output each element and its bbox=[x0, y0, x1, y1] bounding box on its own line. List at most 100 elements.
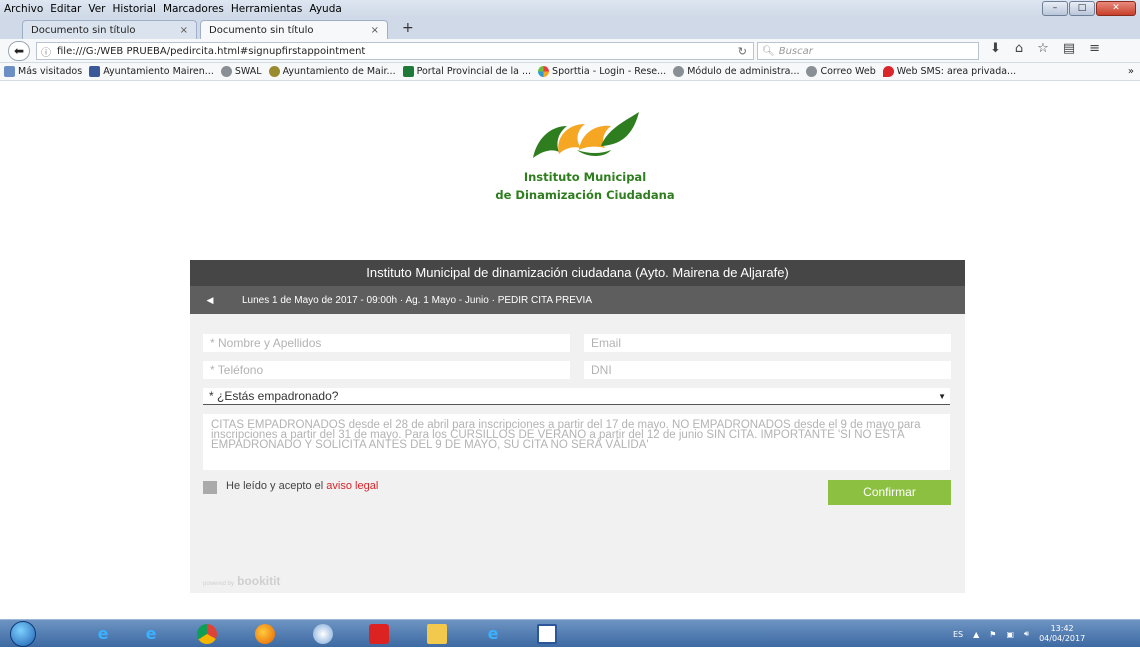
volume-icon[interactable]: 🔊︎ bbox=[1024, 629, 1029, 639]
bookmark-label: Portal Provincial de la ... bbox=[416, 66, 532, 77]
start-button-icon[interactable] bbox=[10, 621, 36, 647]
dropdown-caret-icon: ▼ bbox=[938, 392, 946, 401]
bookmark-item[interactable]: Más visitados bbox=[4, 66, 82, 77]
bookmark-label: Ayuntamiento Mairen... bbox=[103, 66, 214, 77]
chrome-taskbar-icon[interactable] bbox=[184, 622, 230, 646]
app-taskbar-icon[interactable] bbox=[300, 622, 346, 646]
clock[interactable]: 13:42 04/04/2017 bbox=[1039, 624, 1085, 644]
most-visited-icon bbox=[4, 66, 15, 77]
notes-textarea[interactable]: CITAS EMPADRONADOS desde el 28 de abril … bbox=[203, 414, 950, 470]
appointment-breadcrumb: Lunes 1 de Mayo de 2017 - 09:00h · Ag. 1… bbox=[242, 294, 592, 306]
bookmark-item[interactable]: Correo Web bbox=[806, 66, 876, 77]
system-tray: ES ▲ ⚑ ▣ 🔊︎ 13:42 04/04/2017 bbox=[945, 620, 1140, 648]
globe-icon bbox=[806, 66, 818, 77]
widget-breadcrumb-bar: ◀ Lunes 1 de Mayo de 2017 - 09:00h · Ag.… bbox=[190, 286, 965, 314]
toolbar-icons: ⬇ ⌂ ☆ ▤ ≡ bbox=[990, 41, 1100, 56]
menu-marcadores[interactable]: Marcadores bbox=[163, 3, 224, 15]
home-icon[interactable]: ⌂ bbox=[1015, 41, 1023, 56]
back-arrow-icon[interactable]: ◀ bbox=[190, 295, 230, 306]
clock-date: 04/04/2017 bbox=[1039, 634, 1086, 643]
portal-icon bbox=[402, 66, 414, 77]
sporttia-icon bbox=[538, 66, 550, 77]
dni-field[interactable]: DNI bbox=[584, 361, 951, 379]
reload-icon[interactable]: ↻ bbox=[738, 45, 747, 58]
back-arrow-icon[interactable]: ⬅ bbox=[8, 41, 30, 61]
ie-taskbar-icon[interactable]: e bbox=[80, 622, 126, 646]
bookmark-star-icon[interactable]: ☆ bbox=[1037, 41, 1049, 56]
bookitit-logo[interactable]: bookitit bbox=[237, 574, 280, 588]
close-window-button[interactable]: ✕ bbox=[1096, 1, 1136, 16]
bookmark-item[interactable]: Sporttia - Login - Rese... bbox=[538, 66, 666, 77]
tab-bar: Documento sin título × Documento sin tít… bbox=[0, 17, 1140, 39]
maximize-button[interactable]: □ bbox=[1069, 1, 1095, 16]
menu-ver[interactable]: Ver bbox=[88, 3, 105, 15]
flag-icon[interactable]: ⚑ bbox=[989, 630, 996, 639]
new-tab-button[interactable]: + bbox=[402, 20, 414, 36]
bookmark-item[interactable]: Ayuntamiento Mairen... bbox=[89, 66, 214, 77]
bookmarks-toolbar: Más visitados Ayuntamiento Mairen... SWA… bbox=[0, 63, 1140, 81]
globe-icon bbox=[673, 66, 685, 77]
institute-logo: Instituto Municipal de Dinamización Ciud… bbox=[490, 100, 680, 204]
tab-close-icon[interactable]: × bbox=[371, 25, 379, 36]
logo-text-line1: Instituto Municipal bbox=[523, 170, 647, 184]
bookmarks-overflow-icon[interactable]: » bbox=[1128, 66, 1134, 77]
menu-archivo[interactable]: Archivo bbox=[4, 3, 43, 15]
window-controls: – □ ✕ bbox=[1042, 1, 1136, 16]
search-placeholder: Buscar bbox=[778, 45, 813, 57]
facebook-icon bbox=[89, 66, 101, 77]
powered-by: powered by bookitit bbox=[203, 574, 280, 588]
phone-field[interactable]: * Teléfono bbox=[203, 361, 570, 379]
navigation-bar: ⬅ ⓘ file:///G:/WEB PRUEBA/pedircita.html… bbox=[0, 39, 1140, 63]
bookmark-item[interactable]: Módulo de administra... bbox=[673, 66, 799, 77]
bookmark-label: Módulo de administra... bbox=[687, 66, 800, 77]
bookmark-label: SWAL bbox=[234, 66, 262, 77]
acrobat-taskbar-icon[interactable] bbox=[356, 622, 402, 646]
menu-ayuda[interactable]: Ayuda bbox=[309, 3, 341, 15]
explorer-taskbar-icon[interactable] bbox=[414, 622, 460, 646]
legal-checkbox[interactable] bbox=[203, 481, 217, 494]
download-icon[interactable]: ⬇ bbox=[990, 41, 1001, 56]
info-icon[interactable]: ⓘ bbox=[41, 44, 51, 59]
search-input[interactable]: 🔍︎ Buscar bbox=[757, 42, 979, 60]
ie-taskbar-icon[interactable]: e bbox=[470, 622, 516, 646]
logo-text-line2: de Dinamización Ciudadana bbox=[495, 188, 675, 202]
network-icon[interactable]: ▣ bbox=[1006, 630, 1014, 639]
language-indicator[interactable]: ES bbox=[953, 630, 963, 639]
menu-historial[interactable]: Historial bbox=[113, 3, 156, 15]
bookmark-label: Más visitados bbox=[18, 66, 83, 77]
library-icon[interactable]: ▤ bbox=[1063, 41, 1075, 56]
minimize-button[interactable]: – bbox=[1042, 1, 1068, 16]
bookmark-label: Correo Web bbox=[820, 66, 876, 77]
show-hidden-icons-icon[interactable]: ▲ bbox=[973, 630, 979, 639]
legal-text: He leído y acepto el bbox=[226, 480, 324, 492]
bookmark-label: Web SMS: area privada... bbox=[896, 66, 1017, 77]
menu-editar[interactable]: Editar bbox=[50, 3, 81, 15]
bookmark-item[interactable]: SWAL bbox=[220, 66, 262, 77]
hamburger-menu-icon[interactable]: ≡ bbox=[1089, 41, 1100, 56]
legal-label: He leído y acepto el aviso legal bbox=[226, 480, 378, 492]
bookmark-item[interactable]: Ayuntamiento de Mair... bbox=[268, 66, 396, 77]
url-text: file:///G:/WEB PRUEBA/pedircita.html#sig… bbox=[57, 45, 366, 57]
ie-taskbar-icon[interactable]: e bbox=[128, 622, 174, 646]
legal-notice-link[interactable]: aviso legal bbox=[326, 480, 378, 492]
bookmark-label: Ayuntamiento de Mair... bbox=[282, 66, 396, 77]
tab-1[interactable]: Documento sin título × bbox=[22, 20, 197, 39]
address-bar[interactable]: ⓘ file:///G:/WEB PRUEBA/pedircita.html#s… bbox=[36, 42, 754, 60]
tab-close-icon[interactable]: × bbox=[180, 25, 188, 36]
globe-icon bbox=[220, 66, 232, 77]
select-value: * ¿Estás empadronado? bbox=[209, 389, 339, 403]
widget-header: Instituto Municipal de dinamización ciud… bbox=[190, 260, 965, 286]
confirm-button[interactable]: Confirmar bbox=[828, 480, 951, 505]
bookmark-label: Sporttia - Login - Rese... bbox=[552, 66, 667, 77]
powered-small: powered by bbox=[203, 581, 235, 587]
email-field[interactable]: Email bbox=[584, 334, 951, 352]
bookmark-item[interactable]: Web SMS: area privada... bbox=[882, 66, 1017, 77]
word-taskbar-icon[interactable] bbox=[524, 622, 570, 646]
tab-2-active[interactable]: Documento sin título × bbox=[200, 20, 388, 39]
name-field[interactable]: * Nombre y Apellidos bbox=[203, 334, 570, 352]
bookmark-item[interactable]: Portal Provincial de la ... bbox=[402, 66, 532, 77]
empadronado-select[interactable]: * ¿Estás empadronado? ▼ bbox=[203, 388, 950, 405]
firefox-taskbar-icon[interactable] bbox=[242, 622, 288, 646]
menu-bar: Archivo Editar Ver Historial Marcadores … bbox=[0, 0, 1140, 17]
menu-herramientas[interactable]: Herramientas bbox=[231, 3, 303, 15]
